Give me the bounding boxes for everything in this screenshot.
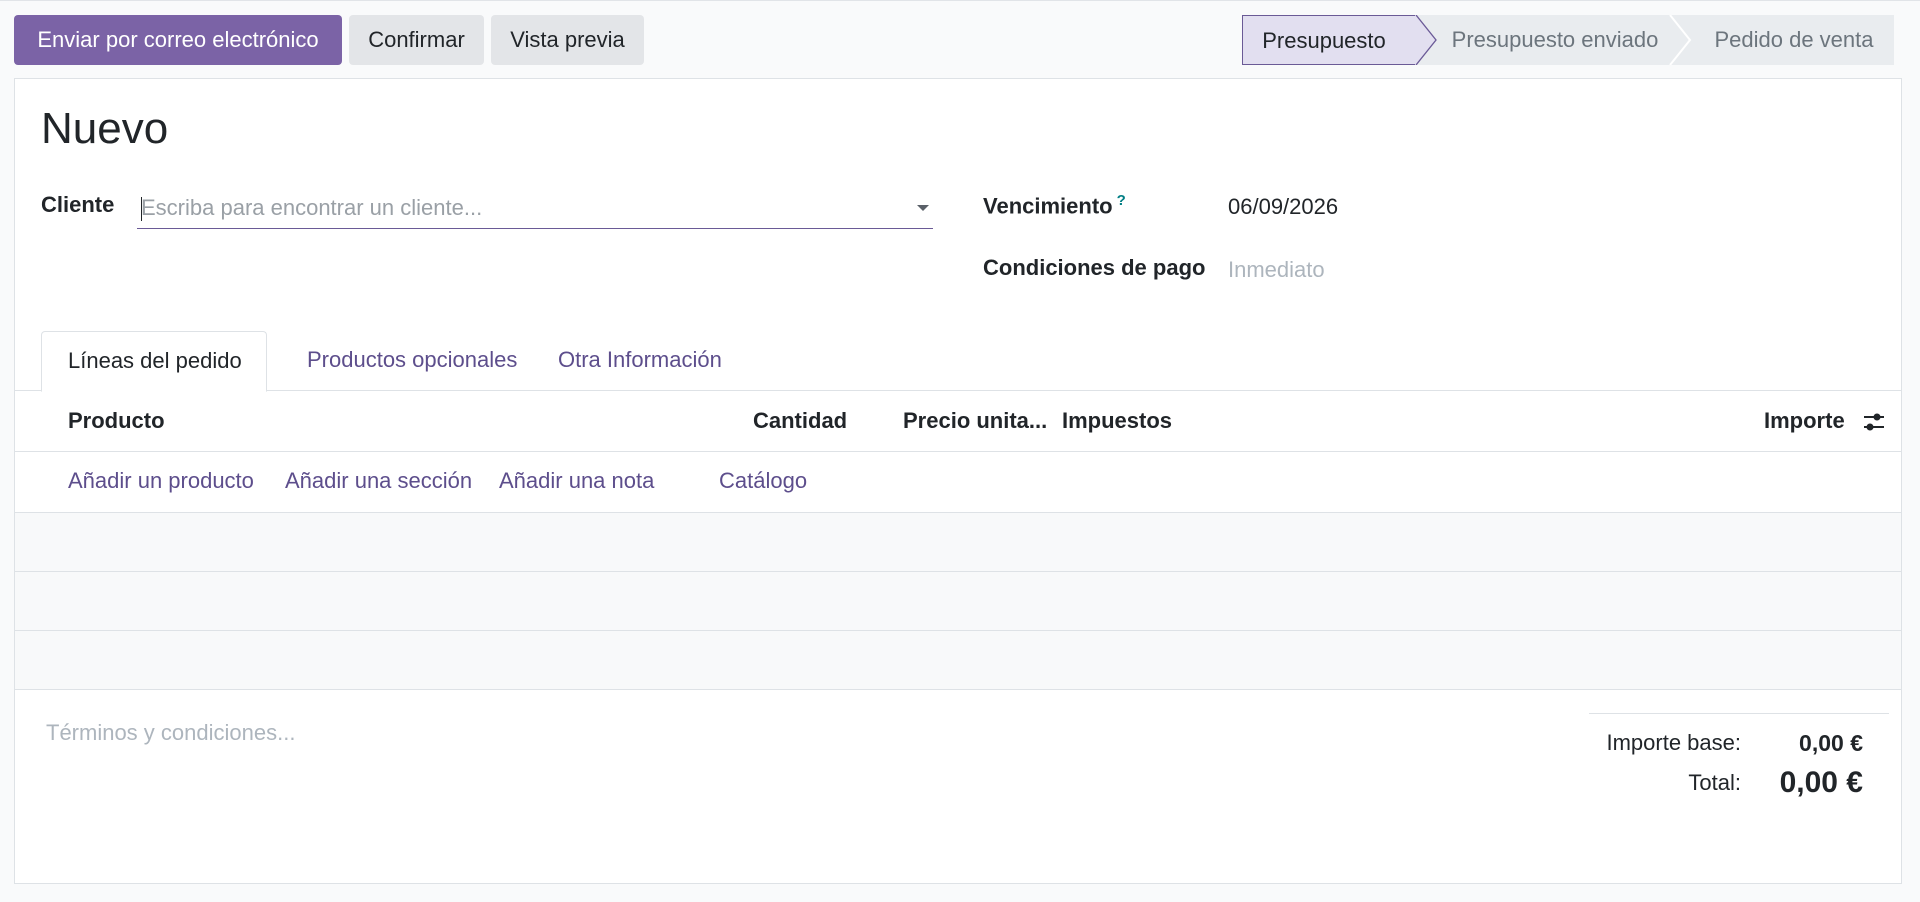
add-line-row: Añadir un producto Añadir una sección Añ…: [15, 452, 1901, 513]
tab-optional-products[interactable]: Productos opcionales: [281, 331, 543, 391]
confirm-button[interactable]: Confirmar: [349, 15, 484, 65]
customer-label: Cliente: [41, 192, 115, 217]
customer-field[interactable]: [137, 189, 933, 229]
terms-conditions-input[interactable]: [46, 715, 946, 751]
add-note-link[interactable]: Añadir una nota: [499, 468, 654, 494]
stage-sale-order[interactable]: Pedido de venta: [1670, 15, 1894, 65]
payment-terms-label: Condiciones de pago: [983, 255, 1206, 280]
stage-quotation[interactable]: Presupuesto: [1242, 15, 1416, 65]
stage-separator-icon: [1669, 15, 1692, 65]
column-header-product[interactable]: Producto: [68, 408, 165, 434]
notebook-tabs: Líneas del pedido Productos opcionales O…: [15, 331, 1901, 392]
empty-table-row: [15, 513, 1901, 572]
total-value: 0,00 €: [1779, 766, 1863, 799]
dropdown-caret-icon[interactable]: [917, 205, 929, 211]
untaxed-amount-label: Importe base:: [1606, 730, 1741, 755]
untaxed-amount-value: 0,00 €: [1799, 730, 1863, 756]
column-header-taxes[interactable]: Impuestos: [1062, 408, 1172, 434]
optional-columns-sliders-icon[interactable]: [1861, 409, 1887, 435]
column-header-unit-price[interactable]: Precio unita...: [903, 408, 1047, 434]
tab-order-lines[interactable]: Líneas del pedido: [41, 331, 267, 392]
preview-button[interactable]: Vista previa: [491, 15, 644, 65]
empty-table-row: [15, 631, 1901, 690]
expiration-label-text: Vencimiento: [983, 193, 1113, 219]
form-sheet: Nuevo Cliente Vencimiento? 06/09/2026 Co…: [14, 78, 1902, 884]
expiration-date-field[interactable]: 06/09/2026: [1228, 194, 1338, 220]
empty-table-row: [15, 572, 1901, 631]
stage-quotation-sent[interactable]: Presupuesto enviado: [1416, 15, 1670, 65]
customer-input[interactable]: [137, 189, 897, 227]
page-title: Nuevo: [41, 104, 169, 153]
column-header-quantity[interactable]: Cantidad: [753, 408, 847, 434]
expiration-label: Vencimiento?: [983, 192, 1126, 219]
payment-terms-field[interactable]: Inmediato: [1228, 257, 1325, 283]
total-label: Total:: [1688, 770, 1741, 795]
add-section-link[interactable]: Añadir una sección: [285, 468, 472, 494]
add-product-link[interactable]: Añadir un producto: [68, 468, 254, 494]
help-tooltip-icon[interactable]: ?: [1117, 192, 1126, 209]
text-cursor: [141, 197, 142, 221]
totals-summary: Importe base: 0,00 € Total: 0,00 €: [1589, 713, 1889, 799]
catalog-link[interactable]: Catálogo: [719, 468, 807, 494]
column-header-amount[interactable]: Importe: [1764, 408, 1845, 434]
order-lines-header: Producto Cantidad Precio unita... Impues…: [15, 391, 1901, 452]
send-email-button[interactable]: Enviar por correo electrónico: [14, 15, 342, 65]
tab-other-info[interactable]: Otra Información: [532, 331, 748, 391]
stage-separator-icon: [1415, 15, 1437, 65]
control-panel: Enviar por correo electrónico Confirmar …: [0, 0, 1920, 78]
